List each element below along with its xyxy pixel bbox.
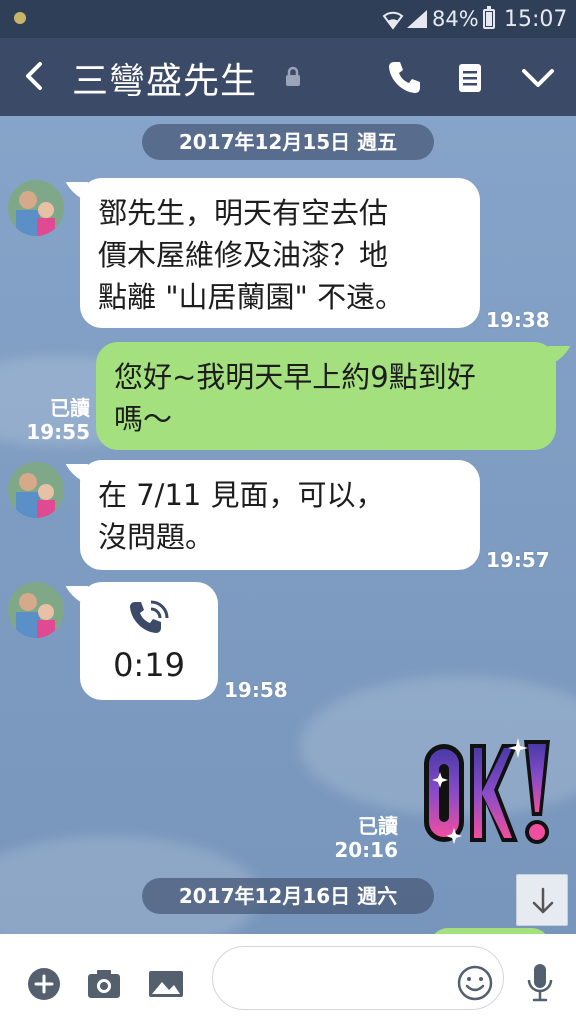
ok-sticker[interactable] [418, 732, 558, 852]
avatar[interactable] [8, 180, 64, 236]
input-bar [0, 934, 576, 1024]
camera-icon[interactable] [84, 964, 124, 1004]
message-bubble[interactable]: 鄧先生，明天有空去估 價木屋維修及油漆？地 點離 "山居蘭園" 不遠。 [80, 178, 480, 328]
plus-icon[interactable] [24, 964, 64, 1004]
scroll-to-bottom-button[interactable] [516, 874, 568, 926]
message-time: 20:16 [334, 838, 398, 862]
status-clock: 15:07 [504, 7, 568, 32]
notification-icon [14, 12, 26, 24]
message-time: 19:38 [486, 308, 550, 332]
contact-name[interactable]: 三彎盛先生 [72, 52, 257, 104]
call-duration: 0:19 [113, 646, 185, 684]
status-bar: 84% 15:07 [0, 0, 576, 38]
message-line: 在 7/11 見面，可以， [98, 478, 385, 512]
wifi-icon [382, 11, 404, 30]
message-time: 19:57 [486, 548, 550, 572]
chevron-down-icon[interactable] [516, 56, 560, 100]
message-bubble[interactable]: 您好~我明天早上約9點到好 嗎～ [96, 342, 556, 450]
message-line: 沒問題。 [98, 520, 215, 554]
lock-icon [286, 66, 300, 86]
message-time: 19:58 [224, 678, 288, 702]
message-time: 19:55 [26, 420, 90, 444]
avatar[interactable] [8, 582, 64, 638]
date-separator: 2017年12月16日 週六 [142, 878, 434, 914]
date-separator: 2017年12月15日 週五 [142, 124, 434, 160]
message-line: 嗎～ [114, 402, 173, 436]
chat-header: 三彎盛先生 [0, 38, 576, 116]
message-line: 點離 "山居蘭園" 不遠。 [98, 280, 405, 314]
signal-icon [407, 10, 427, 28]
emoji-icon[interactable] [456, 964, 494, 1002]
message-line: 價木屋維修及油漆？地 [98, 238, 389, 272]
phone-call-icon [130, 600, 169, 633]
battery-icon [483, 6, 495, 29]
message-bubble[interactable]: 在 7/11 見面，可以， 沒問題。 [80, 460, 480, 570]
message-line: 鄧先生，明天有空去估 [98, 196, 389, 230]
read-receipt: 已讀 [358, 814, 398, 838]
battery-percentage: 84% [432, 7, 479, 31]
avatar[interactable] [8, 462, 64, 518]
read-receipt: 已讀 [50, 396, 90, 420]
image-icon[interactable] [146, 964, 186, 1004]
call-bubble[interactable]: 0:19 [80, 582, 218, 700]
arrow-down-icon [532, 887, 554, 914]
microphone-icon[interactable] [524, 962, 556, 1004]
message-line: 您好~我明天早上約9點到好 [114, 360, 476, 394]
notes-icon[interactable] [448, 56, 492, 100]
chat-area[interactable]: 2017年12月15日 週五 鄧先生，明天有空去估 價木屋維修及油漆？地 點離 … [0, 116, 576, 934]
phone-call-icon[interactable] [382, 56, 426, 100]
back-arrow-icon[interactable] [16, 56, 52, 96]
